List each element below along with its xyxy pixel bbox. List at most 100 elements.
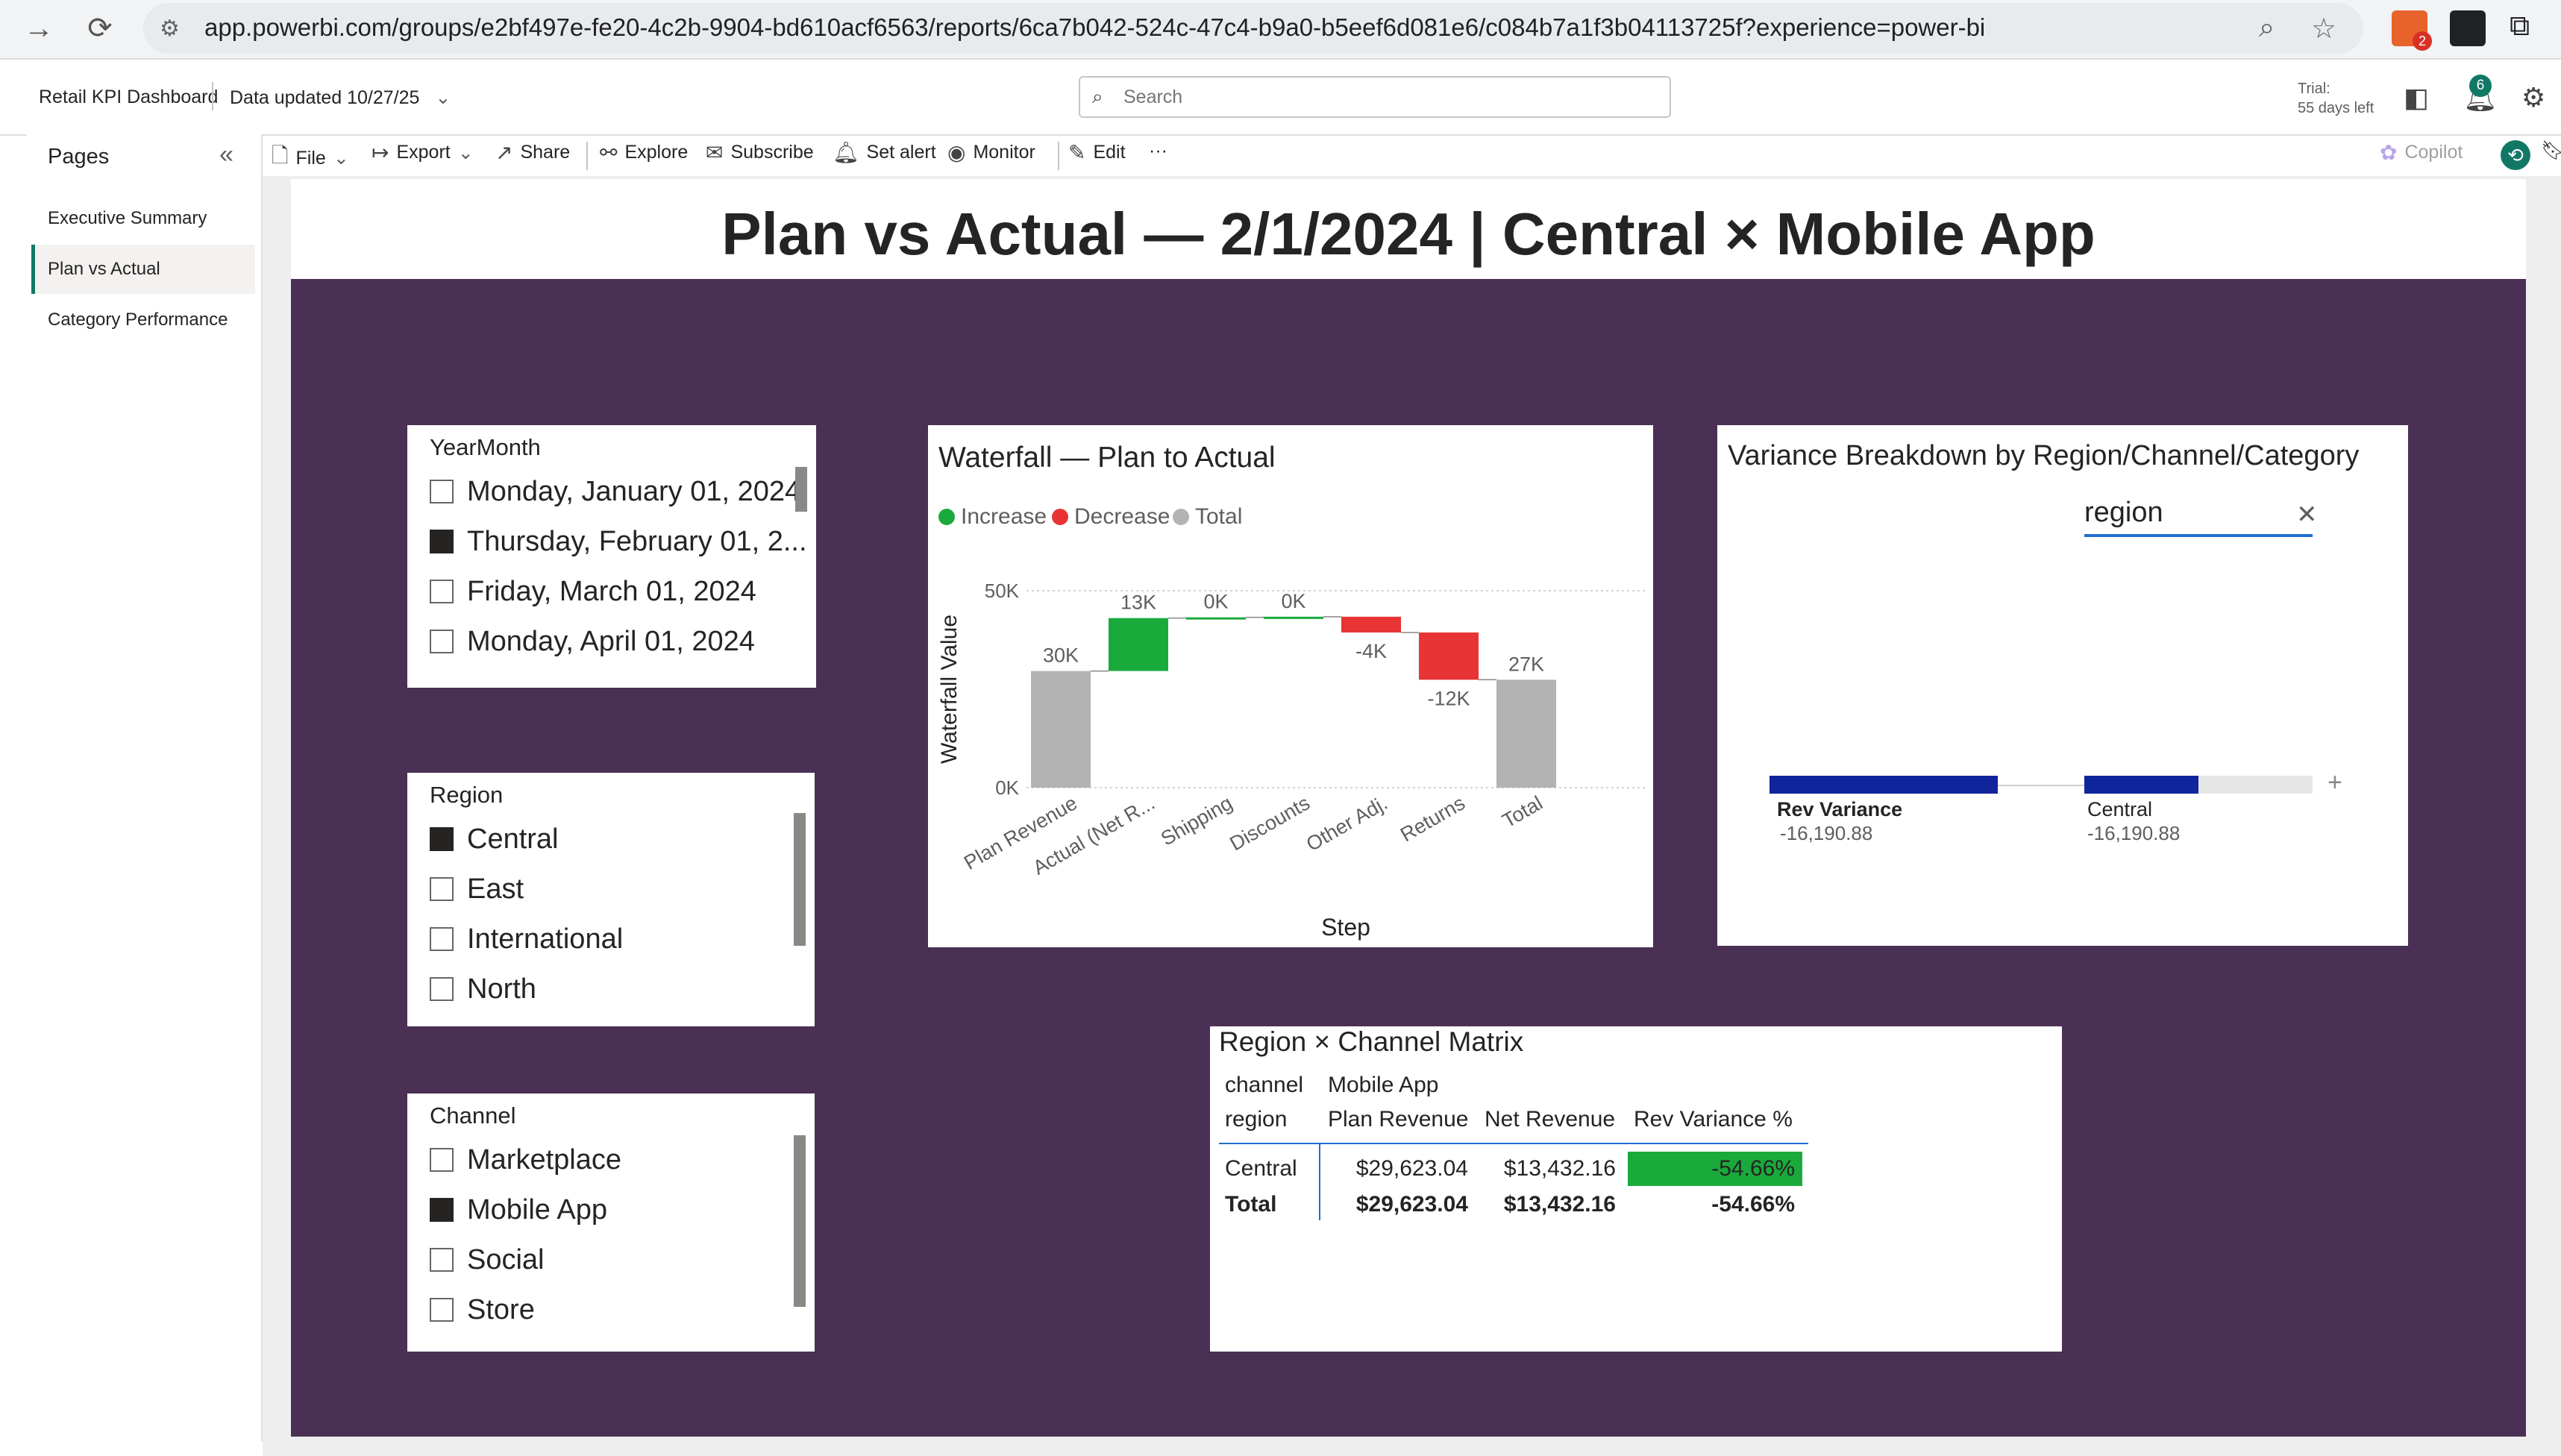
- decomp-level-header[interactable]: region: [2084, 497, 2313, 537]
- trial-line-1: Trial:: [2298, 81, 2330, 97]
- region-slicer[interactable]: Region Central East International North: [407, 773, 815, 1026]
- matrix-measure-header[interactable]: Net Revenue: [1485, 1107, 1615, 1132]
- expand-plus-icon[interactable]: +: [2328, 768, 2342, 797]
- slicer-item-label: East: [467, 873, 524, 905]
- copilot-icon: ✿: [2380, 141, 2398, 164]
- zoom-icon[interactable]: ⌕: [2259, 12, 2275, 44]
- slicer-item[interactable]: Monday, April 01, 2024: [430, 623, 755, 660]
- checkbox[interactable]: [430, 580, 454, 603]
- checkbox[interactable]: [430, 530, 454, 553]
- edit-label: Edit: [1093, 142, 1126, 163]
- search-input[interactable]: [1122, 82, 1647, 112]
- matrix-measure-header[interactable]: Plan Revenue: [1328, 1107, 1468, 1132]
- explore-button[interactable]: ⚯ Explore: [600, 140, 688, 165]
- slicer-item[interactable]: Marketplace: [430, 1141, 621, 1179]
- page-item-plan-vs-actual[interactable]: Plan vs Actual: [31, 245, 255, 294]
- chevron-down-icon: ⌄: [333, 148, 349, 169]
- slicer-item[interactable]: Store: [430, 1291, 535, 1328]
- toolbar-divider: [586, 142, 588, 170]
- checkbox[interactable]: [430, 1148, 454, 1172]
- checkbox[interactable]: [430, 977, 454, 1001]
- share-label: Share: [520, 142, 571, 163]
- decomp-node-bar[interactable]: [2084, 776, 2198, 794]
- checkbox[interactable]: [430, 630, 454, 653]
- legend-item-decrease[interactable]: Decrease: [1052, 504, 1170, 530]
- slicer-item[interactable]: Thursday, February 01, 2...: [430, 523, 807, 560]
- copilot-button[interactable]: ✿ Copilot: [2380, 140, 2463, 165]
- legend-item-total[interactable]: Total: [1173, 504, 1242, 530]
- region-channel-matrix[interactable]: Region × Channel Matrix channel Mobile A…: [1210, 1026, 2062, 1352]
- share-button[interactable]: ↗ Share: [495, 140, 570, 165]
- extensions-puzzle-icon[interactable]: ⧉: [2510, 10, 2530, 43]
- reload-icon[interactable]: ⟳: [78, 6, 122, 51]
- slicer-item[interactable]: International: [430, 920, 623, 958]
- slicer-item[interactable]: Social: [430, 1241, 545, 1278]
- slicer-item-label: Mobile App: [467, 1193, 608, 1226]
- waterfall-bar: [1031, 671, 1091, 788]
- checkbox[interactable]: [430, 927, 454, 951]
- close-icon[interactable]: ✕: [2296, 500, 2318, 530]
- panel-toggle-icon[interactable]: ◧: [2404, 82, 2429, 113]
- checkbox[interactable]: [430, 827, 454, 851]
- slicer-scrollbar[interactable]: [794, 1135, 806, 1307]
- file-menu-button[interactable]: 🗋︎ File ⌄: [272, 140, 349, 176]
- legend-item-increase[interactable]: Increase: [938, 504, 1047, 530]
- data-label: -4K: [1355, 640, 1387, 662]
- matrix-total-net: $13,432.16: [1503, 1192, 1616, 1217]
- more-options-button[interactable]: ···: [1149, 140, 1167, 162]
- checkbox[interactable]: [430, 1248, 454, 1272]
- slicer-scrollbar[interactable]: [794, 813, 806, 946]
- data-label: 0K: [1203, 591, 1228, 613]
- url-text[interactable]: app.powerbi.com/groups/e2bf497e-fe20-4c2…: [204, 13, 1985, 42]
- bookmark-icon[interactable]: 🔖︎: [2541, 140, 2561, 162]
- checkbox[interactable]: [430, 877, 454, 901]
- waterfall-chart[interactable]: 0K 50K Waterfall Value Step 30K Plan Revenue 1…: [928, 425, 1653, 947]
- slicer-item[interactable]: North: [430, 970, 536, 1008]
- decomp-node-label: Central: [2087, 798, 2153, 820]
- checkbox[interactable]: [430, 1298, 454, 1322]
- collapse-pane-icon[interactable]: «: [219, 140, 233, 169]
- chevron-down-icon: ⌄: [457, 142, 474, 163]
- address-bar[interactable]: ⚙ app.powerbi.com/groups/e2bf497e-fe20-4…: [143, 3, 2363, 54]
- yearmonth-slicer[interactable]: YearMonth Monday, January 01, 2024 Thurs…: [407, 425, 816, 688]
- search-icon: ⌕: [1092, 85, 1103, 107]
- monitor-button[interactable]: ◉ Monitor: [947, 140, 1035, 165]
- slicer-item[interactable]: East: [430, 870, 524, 908]
- matrix-measure-header[interactable]: Rev Variance %: [1634, 1107, 1793, 1132]
- extension-fox-icon[interactable]: 2: [2392, 10, 2432, 51]
- set-alert-button[interactable]: 🔔︎ Set alert: [833, 140, 936, 165]
- decomposition-tree[interactable]: Variance Breakdown by Region/Channel/Cat…: [1717, 425, 2408, 946]
- extension-grid-icon[interactable]: [2450, 10, 2486, 46]
- page-item-executive-summary[interactable]: Executive Summary: [31, 194, 255, 243]
- report-name[interactable]: Retail KPI Dashboard: [39, 87, 218, 108]
- subscribe-button[interactable]: ✉ Subscribe: [706, 140, 814, 165]
- matrix-row-label[interactable]: Central: [1225, 1156, 1297, 1182]
- slicer-item[interactable]: Monday, January 01, 2024: [430, 473, 800, 510]
- settings-gear-icon[interactable]: ⚙: [2521, 82, 2545, 113]
- back-icon[interactable]: →: [16, 6, 61, 51]
- bookmark-star-icon[interactable]: ☆: [2311, 12, 2336, 46]
- refresh-button[interactable]: ⟲: [2501, 140, 2530, 170]
- slicer-item[interactable]: Central: [430, 820, 559, 858]
- slicer-item-label: Store: [467, 1293, 535, 1325]
- checkbox[interactable]: [430, 1198, 454, 1222]
- search-box[interactable]: ⌕: [1079, 76, 1671, 118]
- decomp-root-bar[interactable]: [1769, 776, 1998, 794]
- checkbox[interactable]: [430, 480, 454, 503]
- edit-button[interactable]: ✎ Edit: [1068, 140, 1126, 165]
- legend-dot: [1052, 509, 1068, 525]
- data-label: 0K: [1281, 590, 1305, 612]
- site-info-icon[interactable]: ⚙: [160, 16, 180, 42]
- page-item-category-performance[interactable]: Category Performance: [31, 295, 255, 345]
- waterfall-chart-svg: 0K50KWaterfall ValueStep30KPlan Revenue1…: [937, 580, 1646, 941]
- data-updated-dropdown[interactable]: Data updated 10/27/25 ⌄: [230, 87, 451, 109]
- slicer-title: Region: [430, 782, 504, 808]
- waterfall-bar: [1341, 616, 1401, 633]
- channel-slicer[interactable]: Channel Marketplace Mobile App Social St…: [407, 1093, 815, 1352]
- refresh-icon: ⟲: [2501, 140, 2530, 170]
- slicer-item[interactable]: Friday, March 01, 2024: [430, 573, 756, 610]
- binoculars-icon: ⚯: [600, 141, 618, 164]
- export-menu-button[interactable]: ↦ Export ⌄: [372, 140, 474, 165]
- slicer-scrollbar[interactable]: [795, 467, 807, 512]
- slicer-item[interactable]: Mobile App: [430, 1191, 607, 1228]
